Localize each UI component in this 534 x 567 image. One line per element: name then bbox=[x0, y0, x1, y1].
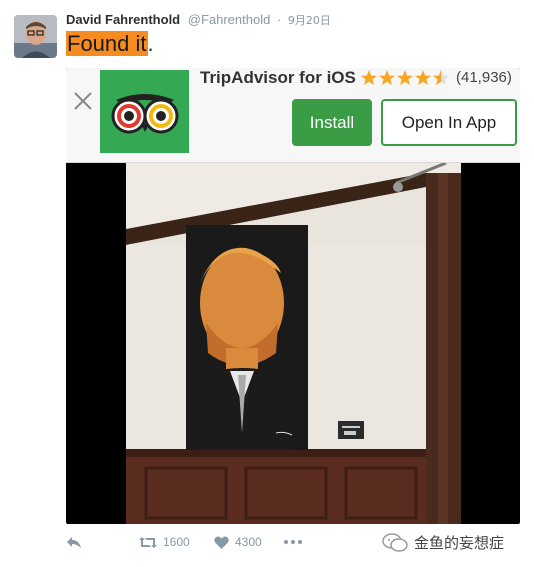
open-in-app-button[interactable]: Open In App bbox=[381, 99, 517, 146]
tweet-text: Found it. bbox=[66, 31, 154, 57]
tweet-text-highlight: Found it bbox=[66, 31, 148, 56]
reply-button[interactable] bbox=[66, 532, 82, 552]
star-icon bbox=[433, 70, 449, 85]
like-icon bbox=[214, 535, 229, 549]
star-icon bbox=[379, 70, 395, 85]
wechat-icon bbox=[382, 532, 408, 552]
tweet-text-suffix: . bbox=[147, 31, 154, 56]
more-button[interactable] bbox=[284, 532, 302, 552]
tweet: David Fahrenthold @Fahrenthold · 9月20日 F… bbox=[0, 0, 534, 567]
watermark-text: 金鱼的妄想症 bbox=[414, 534, 505, 552]
install-button[interactable]: Install bbox=[292, 99, 372, 146]
owl-logo-icon bbox=[111, 93, 178, 133]
portrait-photo bbox=[126, 163, 461, 524]
star-icon bbox=[397, 70, 413, 85]
retweet-button[interactable]: 1600 bbox=[139, 532, 190, 552]
tweet-media[interactable]: TripAdvisor for iOS (41,936) Install Ope… bbox=[66, 68, 520, 524]
tweet-header: David Fahrenthold @Fahrenthold · 9月20日 bbox=[66, 12, 331, 28]
author-handle[interactable]: @Fahrenthold bbox=[188, 12, 271, 27]
retweet-icon bbox=[139, 536, 157, 548]
app-icon bbox=[100, 70, 189, 153]
like-button[interactable]: 4300 bbox=[214, 532, 262, 552]
close-icon[interactable] bbox=[72, 90, 94, 112]
rating-stars bbox=[360, 69, 450, 87]
app-title: TripAdvisor for iOS bbox=[200, 68, 356, 87]
star-icon bbox=[361, 70, 377, 85]
star-icon bbox=[415, 70, 431, 85]
watermark: 金鱼的妄想症 bbox=[382, 532, 504, 553]
more-icon bbox=[284, 540, 302, 544]
avatar[interactable] bbox=[14, 15, 57, 58]
app-install-banner: TripAdvisor for iOS (41,936) Install Ope… bbox=[66, 68, 520, 163]
author-name[interactable]: David Fahrenthold bbox=[66, 12, 180, 27]
separator-dot: · bbox=[276, 12, 282, 27]
like-count: 4300 bbox=[235, 535, 262, 549]
review-count: (41,936) bbox=[456, 69, 512, 86]
reply-icon bbox=[67, 537, 81, 548]
tweet-date[interactable]: 9月20日 bbox=[288, 14, 331, 27]
retweet-count: 1600 bbox=[163, 535, 190, 549]
